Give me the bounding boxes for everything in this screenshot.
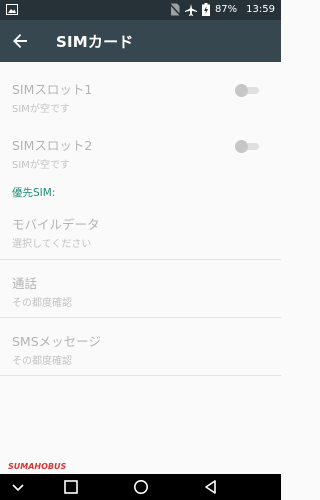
back-icon[interactable] [203, 479, 219, 495]
sms-label: SMSメッセージ [12, 334, 101, 349]
navigation-bar [0, 474, 281, 500]
status-bar: 87% 13:59 [0, 0, 281, 20]
sim-slot-1-status: SIMが空です [12, 104, 70, 115]
battery-percent: 87% [214, 4, 238, 15]
recents-icon[interactable] [63, 479, 79, 495]
calls-label: 通話 [12, 276, 38, 291]
sim-slot-1-toggle[interactable] [235, 84, 259, 97]
watermark: SUMAHOBUS [8, 462, 67, 471]
mobile-data-label: モバイルデータ [12, 217, 100, 232]
image-icon [6, 4, 18, 15]
sim-slot-2-row[interactable]: SIMスロット2 SIMが空です [0, 122, 281, 180]
settings-list: SIMスロット1 SIMが空です SIMスロット2 SIMが空です 優先SIM:… [0, 62, 281, 376]
sim-slot-2-toggle[interactable] [235, 140, 259, 153]
airplane-mode-icon [184, 3, 197, 16]
calls-row[interactable]: 通話 その都度確認 [0, 260, 281, 318]
app-bar: SIMカード [0, 20, 281, 62]
no-sim-icon [169, 3, 180, 16]
clock: 13:59 [246, 4, 275, 15]
chevron-down-icon[interactable] [10, 479, 26, 495]
mobile-data-row[interactable]: モバイルデータ 選択してください [0, 204, 281, 260]
page-title: SIMカード [56, 33, 134, 51]
mobile-data-value: 選択してください [12, 239, 92, 250]
sim-slot-2-status: SIMが空です [12, 160, 70, 171]
calls-value: その都度確認 [12, 298, 72, 309]
sms-row[interactable]: SMSメッセージ その都度確認 [0, 318, 281, 376]
home-icon[interactable] [133, 479, 149, 495]
sms-value: その都度確認 [12, 356, 72, 367]
battery-charging-icon [201, 3, 210, 16]
back-arrow-icon[interactable] [10, 31, 30, 51]
preferred-sim-header: 優先SIM: [12, 187, 56, 199]
sim-slot-1-row[interactable]: SIMスロット1 SIMが空です [0, 62, 281, 122]
